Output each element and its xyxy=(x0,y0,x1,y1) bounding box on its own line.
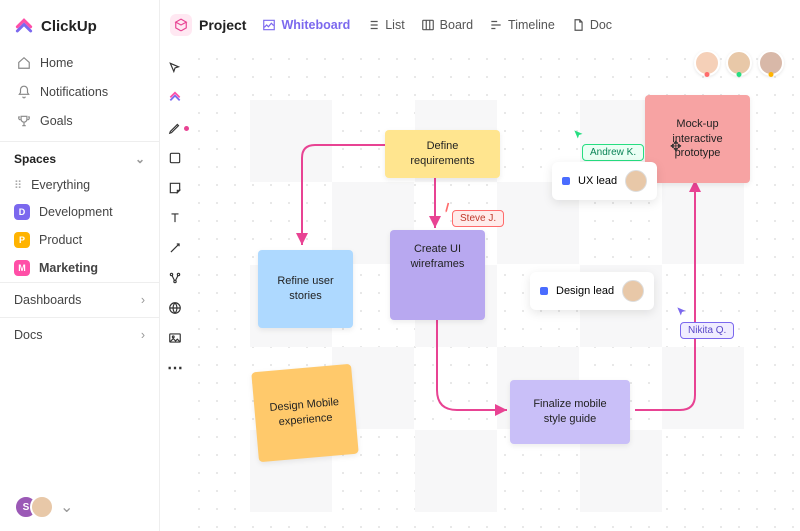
tool-web[interactable] xyxy=(167,300,183,316)
collaborator-avatars xyxy=(694,50,784,76)
avatar[interactable] xyxy=(694,50,720,76)
logo[interactable]: ClickUp xyxy=(0,0,159,48)
tab-timeline[interactable]: Timeline xyxy=(489,18,555,32)
user-tag-andrew: Andrew K. xyxy=(582,144,644,161)
tab-doc[interactable]: Doc xyxy=(571,18,612,32)
sticky-refine-user-stories[interactable]: Refine user stories xyxy=(258,250,353,328)
nav-notifications[interactable]: Notifications xyxy=(6,77,153,106)
tool-pen[interactable] xyxy=(167,120,183,136)
status-square-icon xyxy=(562,177,570,185)
tool-sticky[interactable] xyxy=(167,180,183,196)
dashboards-section[interactable]: Dashboards › xyxy=(0,282,159,317)
tool-connector[interactable] xyxy=(167,240,183,256)
tool-text[interactable] xyxy=(167,210,183,226)
toolstrip: ⋯ xyxy=(160,50,190,531)
space-label: Everything xyxy=(31,178,90,192)
card-ux-lead[interactable]: UX lead xyxy=(552,162,657,200)
avatar[interactable] xyxy=(726,50,752,76)
tool-pointer[interactable] xyxy=(167,60,183,76)
tool-more[interactable]: ⋯ xyxy=(167,360,183,376)
space-label: Marketing xyxy=(39,261,98,275)
brand-name: ClickUp xyxy=(41,18,97,35)
docs-section[interactable]: Docs › xyxy=(0,317,159,352)
sticky-create-ui-wireframes[interactable]: Create UI wireframes xyxy=(390,230,485,320)
nav-goals[interactable]: Goals xyxy=(6,106,153,135)
doc-icon xyxy=(571,18,585,32)
chevron-right-icon: › xyxy=(141,328,145,342)
avatar[interactable] xyxy=(758,50,784,76)
status-square-icon xyxy=(540,287,548,295)
tab-whiteboard[interactable]: Whiteboard xyxy=(262,18,350,32)
move-cursor-icon: ✥ xyxy=(670,138,682,155)
chevron-down-icon: ⌄ xyxy=(60,497,73,517)
space-everything[interactable]: ⠿ Everything xyxy=(0,172,159,198)
clickup-logo-icon xyxy=(14,16,34,36)
list-icon xyxy=(366,18,380,32)
space-badge: D xyxy=(14,204,30,220)
tool-image[interactable] xyxy=(167,330,183,346)
nav-label: Notifications xyxy=(40,85,108,99)
sticky-define-requirements[interactable]: Define requirements xyxy=(385,130,500,178)
timeline-icon xyxy=(489,18,503,32)
space-label: Development xyxy=(39,205,113,219)
sticky-design-mobile-experience[interactable]: Design Mobile experience xyxy=(251,364,358,462)
space-badge: P xyxy=(14,232,30,248)
space-item-development[interactable]: D Development xyxy=(0,198,159,226)
home-icon xyxy=(16,55,31,70)
tool-shape[interactable] xyxy=(167,150,183,166)
user-tag-nikita: Nikita Q. xyxy=(680,322,734,339)
main: Project Whiteboard List Board Timeline D… xyxy=(160,0,800,531)
board-icon xyxy=(421,18,435,32)
nav-label: Goals xyxy=(40,114,73,128)
sticky-finalize-mobile-style-guide[interactable]: Finalize mobile style guide xyxy=(510,380,630,444)
tab-board[interactable]: Board xyxy=(421,18,473,32)
space-label: Product xyxy=(39,233,82,247)
cube-icon xyxy=(170,14,192,36)
space-badge: M xyxy=(14,260,30,276)
chevron-down-icon: ⌄ xyxy=(135,152,145,166)
sidebar: ClickUp Home Notifications Goals Spaces … xyxy=(0,0,160,531)
space-item-marketing[interactable]: M Marketing xyxy=(0,254,159,282)
topbar: Project Whiteboard List Board Timeline D… xyxy=(160,0,800,50)
tool-clickup[interactable] xyxy=(167,90,183,106)
avatar xyxy=(622,280,644,302)
nav-home[interactable]: Home xyxy=(6,48,153,77)
whiteboard-canvas[interactable]: Define requirements Refine user stories … xyxy=(190,50,800,531)
card-design-lead[interactable]: Design lead xyxy=(530,272,654,310)
user-avatar[interactable] xyxy=(30,495,54,519)
space-item-product[interactable]: P Product xyxy=(0,226,159,254)
user-tag-steve: Steve J. xyxy=(452,210,504,227)
avatar xyxy=(625,170,647,192)
grid-icon: ⠿ xyxy=(14,179,22,192)
chevron-right-icon: › xyxy=(141,293,145,307)
spaces-header[interactable]: Spaces ⌄ xyxy=(0,141,159,172)
bell-icon xyxy=(16,84,31,99)
tool-nodes[interactable] xyxy=(167,270,183,286)
trophy-icon xyxy=(16,113,31,128)
project-title[interactable]: Project xyxy=(170,14,246,36)
whiteboard-icon xyxy=(262,18,276,32)
tab-list[interactable]: List xyxy=(366,18,404,32)
sticky-mockup-prototype[interactable]: Mock-up interactive prototype xyxy=(645,95,750,183)
sidebar-footer[interactable]: S ⌄ xyxy=(0,483,159,531)
nav-label: Home xyxy=(40,56,73,70)
